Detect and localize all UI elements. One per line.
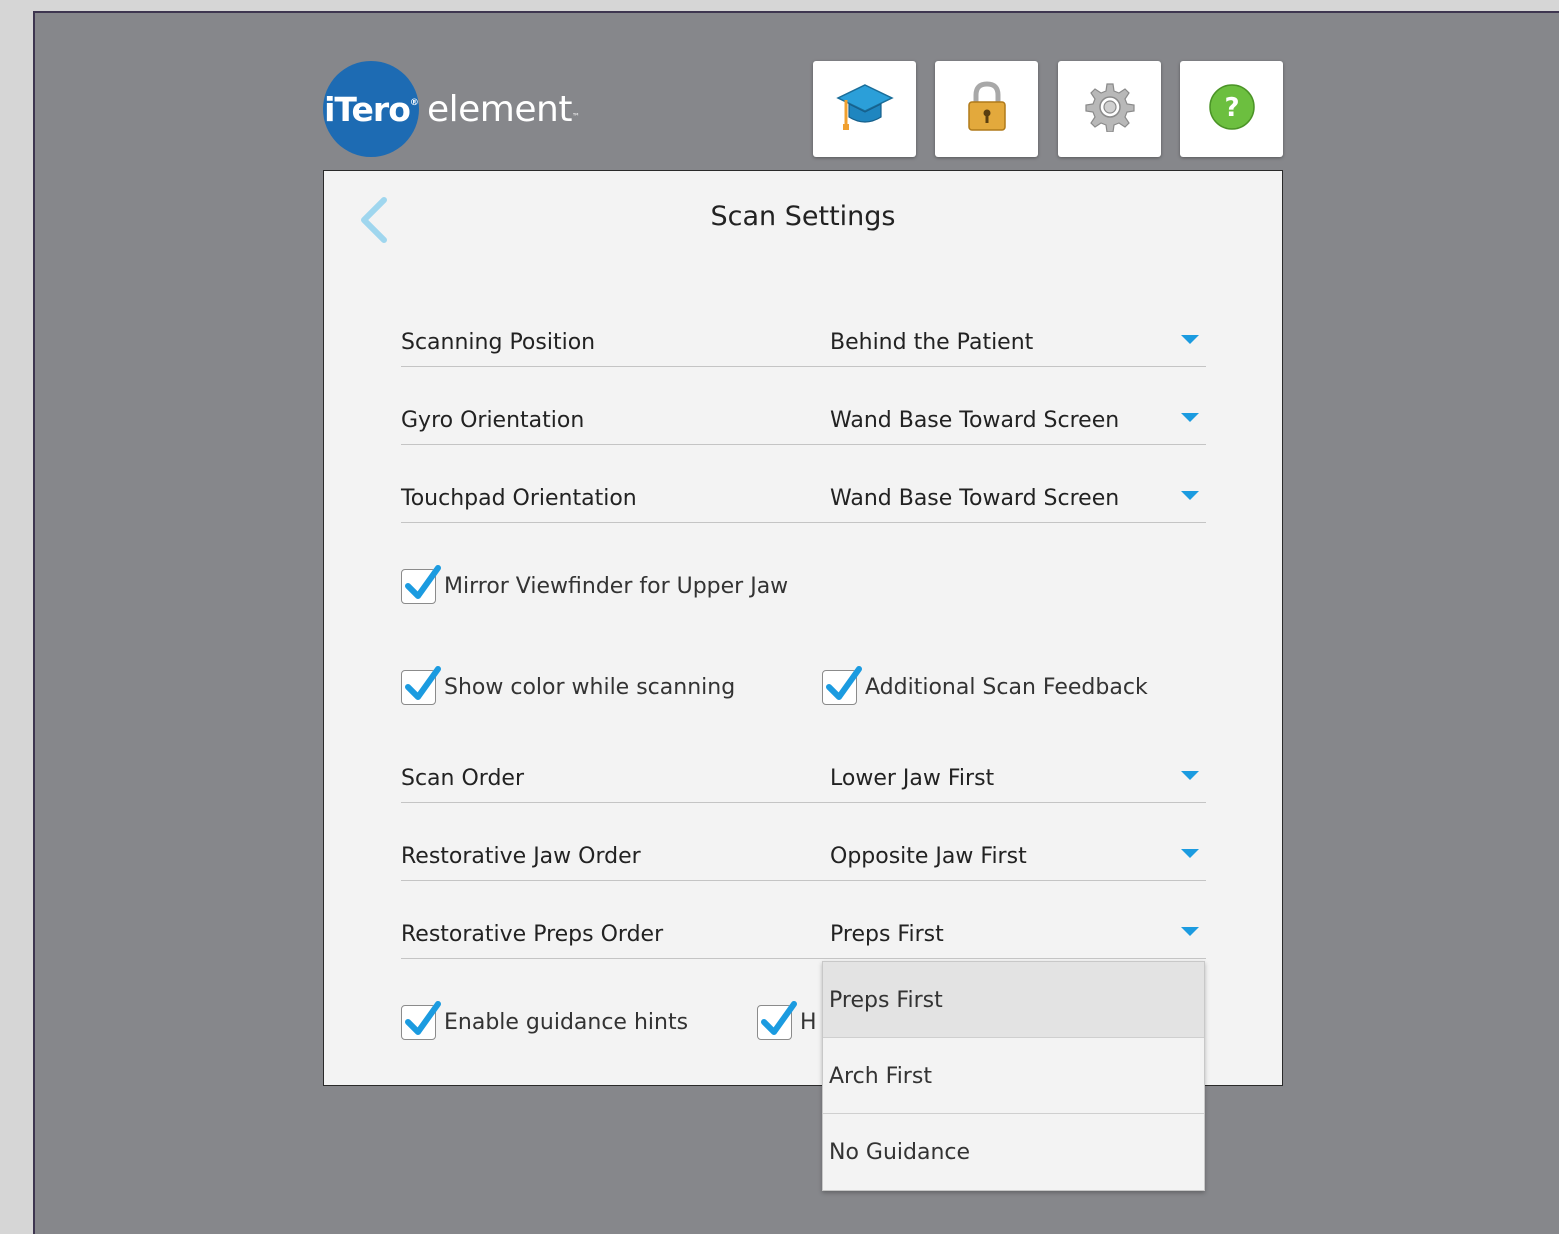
chevron-left-icon [356, 197, 390, 249]
logo-product-name: element [427, 88, 572, 130]
restorative-preps-order-label: Restorative Preps Order [401, 922, 664, 947]
checkmark-icon [405, 666, 441, 700]
gyro-orientation-label: Gyro Orientation [401, 408, 585, 433]
scanning-position-value: Behind the Patient [830, 330, 1034, 355]
checkbox-box[interactable] [757, 1001, 797, 1040]
logo-registered-mark: ® [409, 98, 419, 108]
checkbox-box[interactable] [822, 666, 862, 705]
checkmark-icon [405, 565, 441, 599]
restorative-jaw-order-value: Opposite Jaw First [830, 844, 1027, 869]
guidance-hints-label: Enable guidance hints [444, 1010, 689, 1035]
dropdown-option[interactable]: No Guidance [823, 1114, 1204, 1190]
page-title: Scan Settings [710, 201, 896, 232]
scan-order-value: Lower Jaw First [830, 766, 995, 791]
gear-icon [1084, 82, 1135, 136]
scanning-position-select[interactable]: Scanning Position Behind the Patient [401, 326, 1206, 367]
checkmark-icon [405, 1001, 441, 1035]
help-button[interactable]: ? [1180, 61, 1283, 157]
dropdown-option[interactable]: Preps First [823, 962, 1204, 1038]
mirror-viewfinder-checkbox[interactable]: Mirror Viewfinder for Upper Jaw [401, 565, 789, 604]
scanning-position-label: Scanning Position [401, 330, 596, 355]
checkbox-box[interactable] [401, 565, 441, 604]
logo-circle: iTero ® [323, 61, 419, 157]
mirror-viewfinder-label: Mirror Viewfinder for Upper Jaw [444, 574, 789, 599]
show-color-label: Show color while scanning [444, 675, 736, 700]
touchpad-orientation-value: Wand Base Toward Screen [830, 486, 1120, 511]
dropdown-arrow-icon [1181, 335, 1199, 344]
dropdown-arrow-icon [1181, 413, 1199, 422]
dropdown-arrow-icon [1181, 491, 1199, 500]
restorative-preps-order-select[interactable]: Restorative Preps Order Preps First [401, 918, 1206, 959]
show-color-checkbox[interactable]: Show color while scanning [401, 666, 736, 705]
partially-hidden-checkbox[interactable]: H [757, 1001, 817, 1040]
itero-element-logo: iTero ® element ™ [323, 61, 580, 157]
help-icon: ? [1208, 83, 1256, 135]
scan-settings-panel: Scan Settings Scanning Position Behind t… [323, 170, 1283, 1086]
dropdown-arrow-icon [1181, 849, 1199, 858]
scan-order-label: Scan Order [401, 766, 524, 791]
guidance-hints-checkbox[interactable]: Enable guidance hints [401, 1001, 689, 1040]
partially-hidden-label: H [800, 1010, 817, 1035]
restorative-preps-order-value: Preps First [830, 922, 944, 947]
checkmark-icon [761, 1001, 797, 1035]
restorative-jaw-order-label: Restorative Jaw Order [401, 844, 641, 869]
logo-trademark: ™ [571, 112, 580, 121]
learning-center-button[interactable] [813, 61, 916, 157]
dropdown-arrow-icon [1181, 771, 1199, 780]
restorative-jaw-order-select[interactable]: Restorative Jaw Order Opposite Jaw First [401, 840, 1206, 881]
touchpad-orientation-label: Touchpad Orientation [401, 486, 637, 511]
lock-button[interactable] [935, 61, 1038, 157]
preps-order-dropdown-list: Preps First Arch First No Guidance [822, 961, 1205, 1191]
logo-brand: iTero [324, 89, 411, 129]
additional-feedback-checkbox[interactable]: Additional Scan Feedback [822, 666, 1148, 705]
checkmark-icon [826, 666, 862, 700]
padlock-icon [965, 81, 1009, 137]
dropdown-arrow-icon [1181, 927, 1199, 936]
gyro-orientation-value: Wand Base Toward Screen [830, 408, 1120, 433]
help-glyph: ? [1224, 93, 1239, 123]
checkbox-box[interactable] [401, 666, 441, 705]
dropdown-option[interactable]: Arch First [823, 1038, 1204, 1114]
gyro-orientation-select[interactable]: Gyro Orientation Wand Base Toward Screen [401, 404, 1206, 445]
scan-order-select[interactable]: Scan Order Lower Jaw First [401, 762, 1206, 803]
touchpad-orientation-select[interactable]: Touchpad Orientation Wand Base Toward Sc… [401, 482, 1206, 523]
settings-button[interactable] [1058, 61, 1161, 157]
checkbox-box[interactable] [401, 1001, 441, 1040]
graduation-cap-icon [835, 81, 894, 137]
additional-feedback-label: Additional Scan Feedback [865, 675, 1148, 700]
